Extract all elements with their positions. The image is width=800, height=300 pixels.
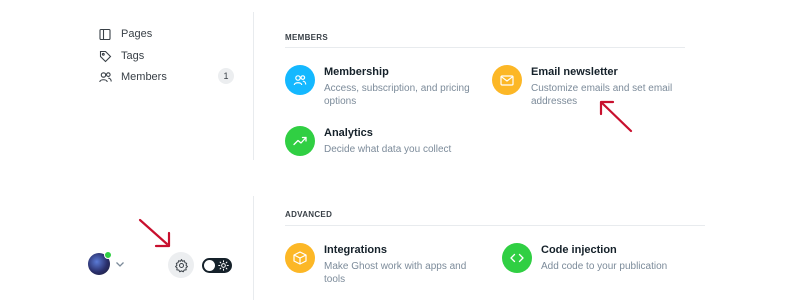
sidebar-item-members[interactable]: Members 1: [98, 67, 234, 87]
avatar[interactable]: [88, 251, 112, 275]
online-status-dot: [104, 251, 112, 259]
integrations-card[interactable]: Integrations Make Ghost work with apps a…: [285, 243, 484, 286]
analytics-card[interactable]: Analytics Decide what data you collect: [285, 126, 484, 156]
section-title-advanced: ADVANCED: [285, 210, 333, 219]
sidebar-item-pages[interactable]: Pages: [98, 24, 234, 44]
card-description: Decide what data you collect: [324, 144, 452, 155]
settings-button[interactable]: [168, 252, 194, 278]
card-title: Code injection: [541, 244, 617, 256]
sidebar-item-label: Tags: [121, 50, 145, 62]
box-icon: [293, 251, 307, 265]
members-count-badge: 1: [218, 68, 234, 84]
dark-mode-toggle[interactable]: [202, 258, 232, 273]
members-icon: [98, 70, 112, 84]
chevron-down-icon[interactable]: [114, 258, 126, 270]
membership-icon-badge: [285, 65, 315, 95]
section-title-members: MEMBERS: [285, 33, 328, 42]
sidebar-item-tags[interactable]: Tags: [98, 46, 234, 66]
pages-icon: [98, 27, 112, 41]
card-description: Add code to your publication: [541, 261, 668, 272]
card-title: Analytics: [324, 127, 373, 139]
membership-card[interactable]: Membership Access, subscription, and pri…: [285, 65, 484, 108]
annotation-arrow-icon: [138, 218, 171, 248]
code-icon: [510, 253, 524, 263]
email-icon: [500, 74, 514, 86]
email-icon-badge: [492, 65, 522, 95]
code-injection-card[interactable]: Code injection Add code to your publicat…: [502, 243, 701, 273]
code-icon-badge: [502, 243, 532, 273]
sidebar-divider: [253, 12, 254, 160]
gear-icon: [174, 258, 188, 272]
trend-up-icon: [293, 136, 307, 146]
card-description: Access, subscription, and pricing option…: [324, 83, 470, 107]
sidebar-item-label: Members: [121, 71, 167, 83]
section-divider: [285, 225, 705, 226]
analytics-icon-badge: [285, 126, 315, 156]
sidebar-divider: [253, 196, 254, 300]
card-title: Membership: [324, 66, 389, 78]
card-description: Make Ghost work with apps and tools: [324, 261, 467, 285]
card-title: Integrations: [324, 244, 387, 256]
tag-icon: [98, 49, 112, 63]
toggle-knob: [204, 260, 215, 271]
email-newsletter-card[interactable]: Email newsletter Customize emails and se…: [492, 65, 691, 108]
card-title: Email newsletter: [531, 66, 618, 78]
integrations-icon-badge: [285, 243, 315, 273]
sidebar-item-label: Pages: [121, 28, 153, 40]
members-icon: [293, 75, 307, 86]
section-divider: [285, 47, 685, 48]
sun-icon: [218, 260, 229, 271]
annotation-arrow-icon: [599, 100, 633, 133]
